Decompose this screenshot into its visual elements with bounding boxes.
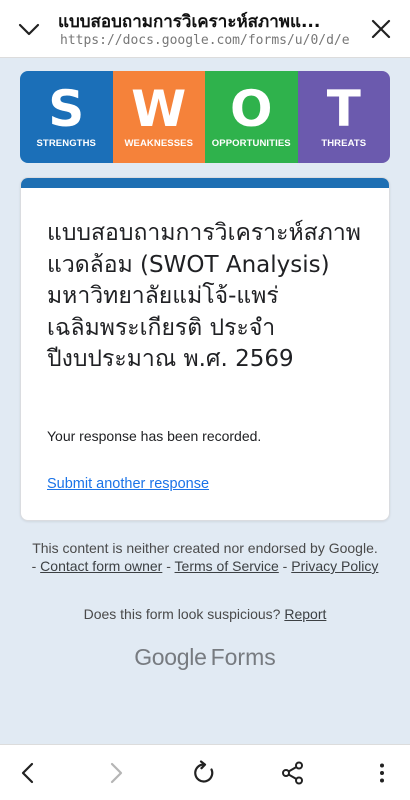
swot-header-banner: S STRENGTHS W WEAKNESSES O OPPORTUNITIES… [20, 71, 390, 163]
suspicious-text: Does this form look suspicious? [83, 606, 285, 622]
separator: - [278, 558, 292, 574]
brand-google: Google [134, 644, 207, 670]
close-icon[interactable] [368, 16, 394, 42]
privacy-link[interactable]: Privacy Policy [291, 558, 378, 574]
tile-letter: O [229, 80, 273, 138]
separator: - [162, 558, 175, 574]
tile-word: OPPORTUNITIES [211, 138, 291, 149]
tile-word: THREATS [321, 138, 367, 149]
form-title: แบบสอบถามการวิเคราะห์สภาพแวดล้อม (SWOT A… [47, 220, 361, 372]
suspicious-notice: Does this form look suspicious? Report [20, 606, 390, 622]
tile-word: STRENGTHS [36, 138, 96, 149]
response-card: แบบสอบถามการวิเคราะห์สภาพแวดล้อม (SWOT A… [20, 177, 390, 521]
submit-another-response-link[interactable]: Submit another response [47, 476, 209, 492]
forward-arrow-icon[interactable] [102, 759, 130, 787]
google-forms-logo[interactable]: Google Forms [0, 644, 410, 671]
tile-letter: T [326, 80, 361, 138]
url-text[interactable]: https://docs.google.com/forms/u/0/d/e [60, 33, 350, 48]
tile-strengths: S STRENGTHS [20, 71, 113, 163]
share-icon[interactable] [279, 759, 307, 787]
more-vertical-icon[interactable] [368, 759, 396, 787]
brand-forms: Forms [210, 644, 276, 670]
disclaimer: This content is neither created nor endo… [30, 539, 380, 575]
tile-threats: T THREATS [297, 71, 390, 163]
contact-owner-link[interactable]: Contact form owner [40, 558, 162, 574]
terms-link[interactable]: Terms of Service [175, 558, 279, 574]
report-link[interactable]: Report [284, 606, 326, 622]
tile-letter: W [131, 80, 187, 138]
page-title: แบบสอบถามการวิเคราะห์สภาพแ... [58, 12, 321, 32]
tile-letter: S [48, 80, 85, 138]
confirmation-message: Your response has been recorded. [47, 428, 262, 444]
back-arrow-icon[interactable] [14, 759, 42, 787]
reload-icon[interactable] [190, 759, 218, 787]
chevron-down-icon[interactable] [14, 16, 44, 42]
tile-word: WEAKNESSES [124, 138, 194, 149]
card-accent-bar [21, 178, 389, 188]
tile-weaknesses: W WEAKNESSES [112, 71, 205, 163]
tile-opportunities: O OPPORTUNITIES [205, 71, 298, 163]
browser-top-bar: แบบสอบถามการวิเคราะห์สภาพแ... https://do… [0, 0, 410, 58]
browser-bottom-bar [0, 744, 410, 800]
